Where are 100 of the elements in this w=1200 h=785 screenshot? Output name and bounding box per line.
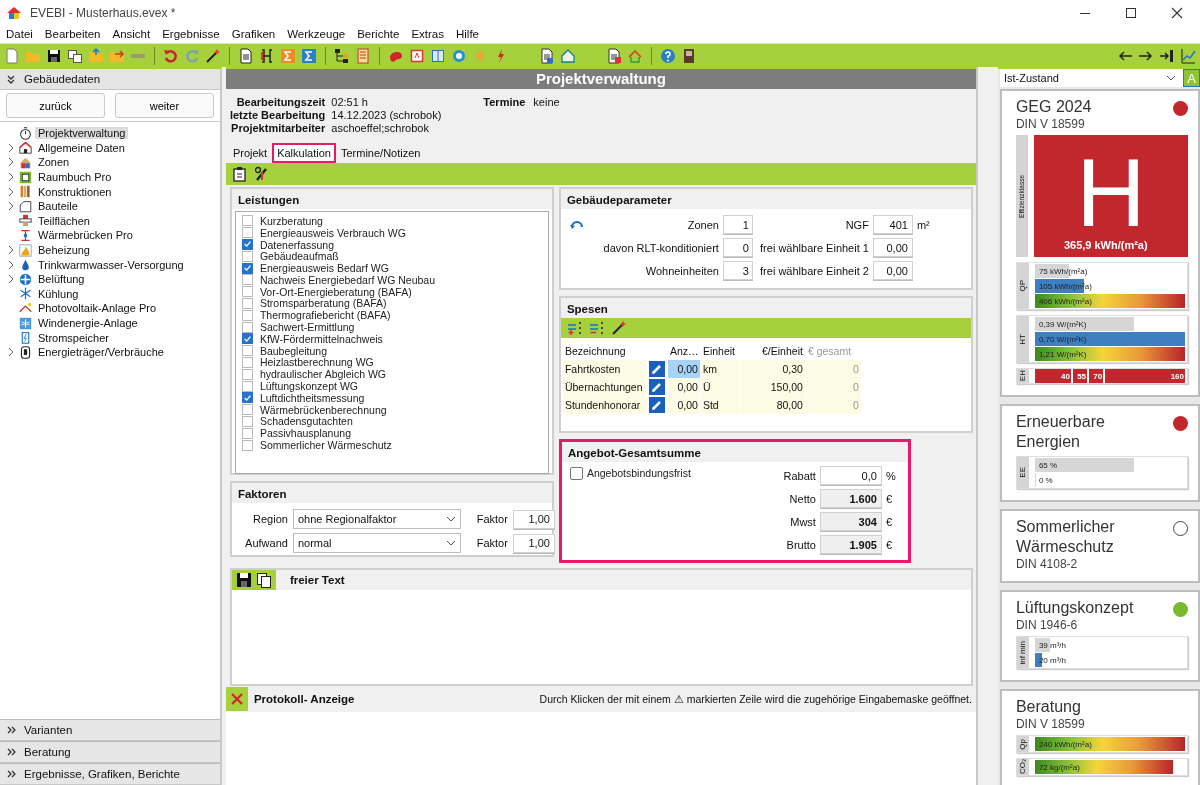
sigma-icon[interactable] [280,47,296,64]
list-icon[interactable] [355,47,371,64]
input-field[interactable]: 0,0 [819,466,882,485]
input-field[interactable]: 401 [872,215,913,234]
magic-wand-icon[interactable] [205,47,221,64]
menu-item[interactable]: Werkzeuge [285,28,354,40]
door-icon[interactable] [681,47,697,64]
checkbox[interactable] [241,345,253,357]
checkbox[interactable] [241,415,253,427]
expand-chevron-icon[interactable] [7,259,15,270]
input-field[interactable]: 0,00 [872,238,913,257]
expand-chevron-icon[interactable] [7,172,15,183]
input-field[interactable]: 1,00 [512,509,555,529]
input-field[interactable]: 1,00 [512,533,555,553]
section-header[interactable]: Ergebnisse, Grafiken, Berichte [0,763,220,785]
report-icon[interactable] [606,47,622,64]
close-button[interactable] [225,687,248,711]
bracket-icon[interactable] [259,47,275,64]
tree-item[interactable]: Projektverwaltung [35,127,129,140]
add-row-icon[interactable] [566,320,583,336]
tree-item[interactable]: Zonen [35,156,73,169]
tree-item[interactable]: Windenergie-Anlage [35,317,141,329]
expand-chevron-icon[interactable] [7,142,15,153]
table-cell[interactable]: 0,00 [667,360,700,378]
input-field[interactable]: 3 [722,261,753,280]
menu-item[interactable]: Extras [409,28,452,40]
tree-item[interactable]: Belüftung [35,273,88,286]
checkbox[interactable] [241,356,253,368]
expand-chevron-icon[interactable] [7,186,15,197]
tree-item[interactable]: Photovoltaik-Anlage Pro [35,302,159,315]
tree-item[interactable]: Raumbuch Pro [35,171,115,184]
new-document-icon[interactable] [4,47,20,64]
checkbox[interactable] [241,239,253,250]
tree-item[interactable]: Wärmebrücken Pro [35,229,136,242]
checkbox[interactable] [241,392,253,404]
tools-icon[interactable] [253,166,270,182]
menu-item[interactable]: Hilfe [453,28,487,40]
next-button[interactable]: weiter [114,93,214,118]
copy-icon[interactable] [67,47,83,64]
tab[interactable]: Kalkulation [272,143,336,163]
tree-item[interactable]: Stromspeicher [35,331,112,344]
undo-icon[interactable] [163,47,179,64]
copy-icon[interactable] [255,572,272,588]
table-cell[interactable]: 0,00 [667,396,700,414]
expand-chevron-icon[interactable] [7,274,15,285]
dropdown[interactable]: ohne Regionalfaktor [292,509,461,529]
sigma-icon[interactable] [301,47,317,64]
input-field[interactable]: 1 [722,215,753,234]
folder-upload-icon[interactable] [88,47,104,64]
tree-item[interactable]: Trinkwarmwasser-Versorgung [35,258,187,271]
exit-icon[interactable] [1159,47,1175,64]
expand-chevron-icon[interactable] [7,201,15,212]
menu-item[interactable]: Grafiken [229,28,284,40]
maximize-icon[interactable] [1124,5,1138,20]
tree-item[interactable]: Konstruktionen [35,185,115,198]
checkbox[interactable] [241,333,253,345]
section-header[interactable]: Varianten [0,719,220,741]
checkbox[interactable] [241,286,253,298]
expand-chevron-icon[interactable] [7,347,15,358]
edit-icon[interactable] [648,379,665,395]
checkbox[interactable] [241,380,253,392]
report-icon[interactable] [539,47,555,64]
tree-item[interactable]: Teilflächen [35,214,93,227]
close-icon[interactable] [1170,5,1184,20]
tree-diagram-icon[interactable] [334,47,350,64]
magic-wand-icon[interactable] [610,320,627,336]
tree-item[interactable]: Energieträger/Verbräuche [35,346,167,359]
checkbox[interactable] [241,439,253,451]
checkbox[interactable] [241,262,253,274]
save-icon[interactable] [46,47,62,64]
table-cell[interactable]: 0,00 [667,378,700,396]
edit-icon[interactable] [648,397,665,413]
back-button[interactable]: zurück [6,93,105,118]
tree-item[interactable]: Beheizung [35,244,93,257]
checkbox[interactable] [241,368,253,380]
house-icon[interactable] [560,47,576,64]
circle-icon[interactable] [451,47,467,64]
checkbox[interactable] [241,321,253,333]
checkbox[interactable] [241,274,253,286]
expand-chevron-icon[interactable] [7,245,15,256]
tree-item[interactable]: Bauteile [35,200,81,213]
document-icon[interactable] [238,47,254,64]
folder-arrow-icon[interactable] [109,47,125,64]
checkbox[interactable] [241,297,253,309]
input-field[interactable]: 0 [722,238,753,257]
input-field[interactable]: 0,00 [872,261,913,280]
checkbox[interactable] [241,215,253,227]
menu-item[interactable]: Bearbeiten [42,28,109,40]
help-icon[interactable] [660,47,676,64]
checkbox[interactable] [241,227,253,239]
checkbox[interactable] [241,427,253,439]
section-header[interactable]: Gebäudedaten [0,69,220,90]
section-header[interactable]: Beratung [0,741,220,763]
window-icon[interactable] [430,47,446,64]
checkbox[interactable] [241,250,253,262]
chart-icon[interactable] [1180,47,1196,64]
checkbox[interactable] [241,309,253,321]
menu-item[interactable]: Datei [4,28,41,40]
checkbox[interactable] [241,404,253,416]
menu-item[interactable]: Ergebnisse [160,28,228,40]
